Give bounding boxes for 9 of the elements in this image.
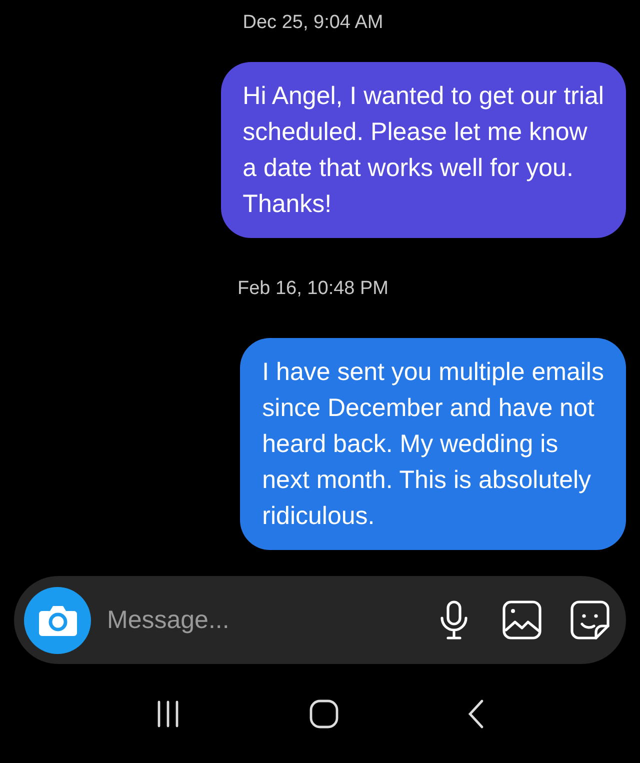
camera-button[interactable] — [24, 586, 91, 654]
timestamp: Dec 25, 9:04 AM — [242, 12, 384, 34]
camera-icon — [38, 603, 78, 637]
message-bubble: Hi Angel, I wanted to get our trial scheduled. Please let me know a date that works well for you. Thanks! — [220, 62, 626, 238]
message-field[interactable]: Message... — [105, 604, 408, 636]
message-bubble: I have sent you multiple emails since December and have not heard back. My wedding is next month. This is absolutely ridiculous. — [240, 338, 626, 550]
sticker-icon[interactable] — [568, 598, 612, 642]
image-icon[interactable] — [500, 598, 544, 642]
timestamp: Feb 16, 10:48 PM — [237, 278, 389, 300]
